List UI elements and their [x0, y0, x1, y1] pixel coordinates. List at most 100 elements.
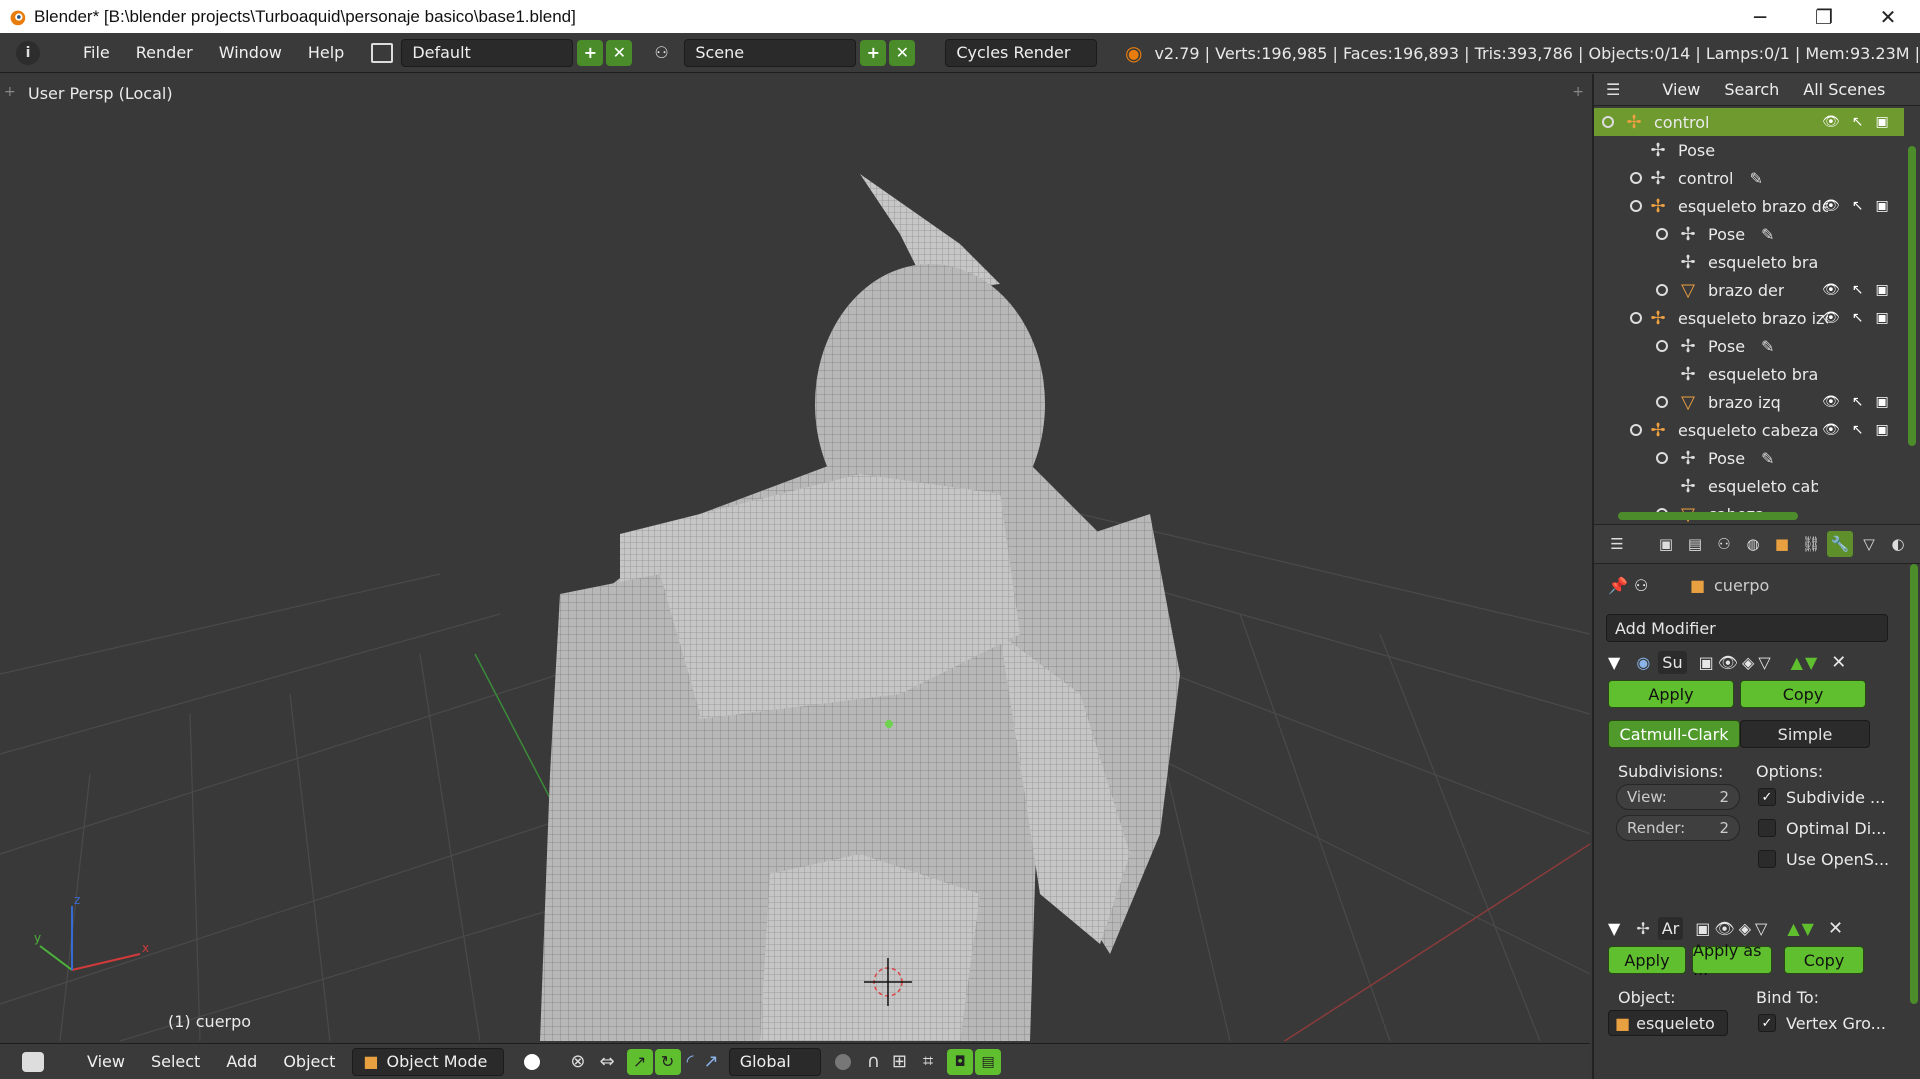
render-tab-icon[interactable]: ▣ — [1653, 531, 1679, 557]
render-levels-field[interactable]: Render: 2 — [1616, 815, 1740, 841]
delete-layout-button[interactable]: ✕ — [606, 39, 633, 66]
editmode-toggle-icon[interactable]: ◈ — [1742, 653, 1754, 672]
close-button[interactable]: ✕ — [1856, 0, 1920, 33]
menu-help[interactable]: Help — [295, 43, 357, 62]
delete-scene-button[interactable]: ✕ — [889, 39, 916, 66]
minimize-button[interactable]: ─ — [1728, 0, 1792, 33]
menu-render[interactable]: Render — [123, 43, 206, 62]
outliner-row[interactable]: ✢ control ✎ — [1594, 164, 1904, 192]
scene-tab-icon[interactable]: ⚇ — [1711, 531, 1737, 557]
cage-toggle-icon[interactable]: ▽ — [1755, 919, 1767, 938]
menu-file[interactable]: File — [70, 43, 123, 62]
object-tab-icon[interactable]: ■ — [1769, 531, 1795, 557]
material-tab-icon[interactable]: ◐ — [1885, 531, 1911, 557]
viewport-toggle-icon[interactable]: 👁 — [1718, 653, 1738, 672]
armature-copy-button[interactable]: Copy — [1784, 946, 1864, 974]
move-down-icon[interactable]: ▼ — [1805, 653, 1817, 672]
expand-toggle-icon[interactable] — [1630, 424, 1642, 436]
snap-element-icon[interactable]: ⊞ — [892, 1051, 907, 1072]
outliner-row[interactable]: ✢ esqueleto cabeza 👁 ↖ ▣ — [1594, 416, 1904, 444]
outliner-row[interactable]: ✢ esqueleto cabe — [1594, 472, 1904, 500]
expand-toggle-icon[interactable] — [1656, 452, 1668, 464]
subsurf-modifier-name[interactable]: Su — [1658, 650, 1687, 674]
outliner-row[interactable]: ✢ esqueleto brazo de 👁 ↖ ▣ — [1594, 192, 1904, 220]
modifiers-tab-icon[interactable]: 🔧 — [1827, 531, 1853, 557]
expand-toggle-icon[interactable] — [1630, 200, 1642, 212]
expand-toggle-icon[interactable] — [1630, 172, 1642, 184]
outliner-editor-icon[interactable]: ☰ — [1594, 80, 1632, 99]
outliner-row[interactable]: ✢ Pose ✎ — [1594, 220, 1904, 248]
remove-modifier-icon[interactable]: ✕ — [1828, 918, 1843, 939]
info-editor-icon[interactable]: i — [16, 40, 40, 65]
outliner-menu-search[interactable]: Search — [1712, 80, 1791, 99]
mode-dropdown[interactable]: ■ Object Mode — [352, 1047, 505, 1076]
armature-object-field[interactable]: ■ esqueleto — [1608, 1010, 1728, 1036]
expand-toggle-icon[interactable] — [1630, 312, 1642, 324]
menu-view[interactable]: View — [74, 1052, 138, 1071]
optimal-display-checkbox[interactable] — [1758, 819, 1776, 837]
outliner-row[interactable]: ✢ Pose ✎ — [1594, 332, 1904, 360]
outliner-row[interactable]: ✢ Pose — [1594, 136, 1904, 164]
outliner-row[interactable]: ✢ esqueleto braz — [1594, 360, 1904, 388]
scene-icon[interactable]: ⚇ — [654, 43, 676, 63]
transform-manipulator-icon[interactable]: ↗ — [704, 1051, 719, 1072]
row-visibility-controls[interactable]: 👁 ↖ ▣ — [1822, 282, 1889, 298]
render-camera-icon[interactable]: ◘ — [947, 1048, 974, 1075]
translate-manipulator-icon[interactable]: ↗ — [626, 1048, 653, 1075]
move-down-icon[interactable]: ▼ — [1802, 919, 1814, 938]
render-toggle-icon[interactable]: ▣ — [1699, 653, 1714, 672]
outliner-display-mode[interactable]: All Scenes — [1791, 80, 1897, 99]
render-layers-tab-icon[interactable]: ▤ — [1682, 531, 1708, 557]
row-visibility-controls[interactable]: 👁 ↖ ▣ — [1822, 310, 1889, 326]
world-tab-icon[interactable]: ◍ — [1740, 531, 1766, 557]
menu-add[interactable]: Add — [213, 1052, 270, 1071]
row-visibility-controls[interactable]: 👁 ↖ ▣ — [1822, 394, 1889, 410]
expand-toggle-icon[interactable] — [1602, 116, 1614, 128]
armature-apply-as-button[interactable]: Apply as ... — [1692, 941, 1772, 979]
properties-toggle-icon[interactable]: + — [1572, 84, 1584, 100]
data-tab-icon[interactable]: ▽ — [1856, 531, 1882, 557]
menu-window[interactable]: Window — [206, 43, 295, 62]
add-layout-button[interactable]: + — [577, 39, 604, 66]
properties-scrollbar[interactable] — [1910, 564, 1918, 1004]
restore-button[interactable]: ❐ — [1792, 0, 1856, 33]
menu-object[interactable]: Object — [270, 1052, 348, 1071]
subsurf-copy-button[interactable]: Copy — [1740, 680, 1866, 708]
expand-toggle-icon[interactable] — [1656, 396, 1668, 408]
simple-button[interactable]: Simple — [1740, 720, 1870, 748]
pin-icon[interactable]: 📌 — [1608, 576, 1628, 595]
manipulator-toggle-icon[interactable]: ⇔ — [600, 1051, 615, 1072]
outliner-row[interactable]: ▽ brazo izq 👁 ↖ ▣ — [1594, 388, 1904, 416]
scene-dropdown[interactable]: Scene — [684, 38, 857, 67]
use-opensubdiv-checkbox[interactable] — [1758, 850, 1776, 868]
render-engine-dropdown[interactable]: Cycles Render — [945, 38, 1098, 67]
move-up-icon[interactable]: ▲ — [1787, 919, 1799, 938]
expand-toggle-icon[interactable] — [1656, 284, 1668, 296]
subsurf-apply-button[interactable]: Apply — [1608, 680, 1734, 708]
expand-toggle-icon[interactable] — [1656, 228, 1668, 240]
armature-apply-button[interactable]: Apply — [1608, 946, 1686, 974]
subdivide-uvs-checkbox[interactable]: ✓ — [1758, 788, 1776, 806]
view-levels-field[interactable]: View: 2 — [1616, 784, 1740, 810]
screen-layout-icon[interactable] — [371, 42, 394, 63]
viewport-scene[interactable]: x y z — [0, 74, 1590, 1041]
cage-toggle-icon[interactable]: ▽ — [1758, 653, 1770, 672]
snap-icon[interactable]: ∩ — [867, 1051, 880, 1072]
add-scene-button[interactable]: + — [860, 39, 887, 66]
outliner-hscrollbar[interactable] — [1618, 512, 1798, 520]
outliner-row[interactable]: ▽ brazo der 👁 ↖ ▣ — [1594, 276, 1904, 304]
viewport-toggle-icon[interactable]: 👁 — [1714, 919, 1734, 938]
expand-toggle-icon[interactable] — [1656, 340, 1668, 352]
outliner-row[interactable]: ✢ esqueleto brazo izc 👁 ↖ ▣ — [1594, 304, 1904, 332]
pivot-point-icon[interactable]: ⊗ — [570, 1051, 585, 1072]
render-toggle-icon[interactable]: ▣ — [1695, 919, 1710, 938]
render-animation-icon[interactable]: ▤ — [975, 1048, 1002, 1075]
proportional-edit-icon[interactable] — [834, 1053, 851, 1070]
row-visibility-controls[interactable]: 👁 ↖ ▣ — [1822, 198, 1889, 214]
screen-layout-dropdown[interactable]: Default — [401, 38, 574, 67]
transform-orientation-dropdown[interactable]: Global — [728, 1047, 821, 1076]
move-up-icon[interactable]: ▲ — [1791, 653, 1803, 672]
toolshelf-toggle-icon[interactable]: + — [4, 84, 16, 100]
outliner-row[interactable]: ✢ esqueleto braz — [1594, 248, 1904, 276]
row-visibility-controls[interactable]: 👁 ↖ ▣ — [1822, 114, 1889, 130]
